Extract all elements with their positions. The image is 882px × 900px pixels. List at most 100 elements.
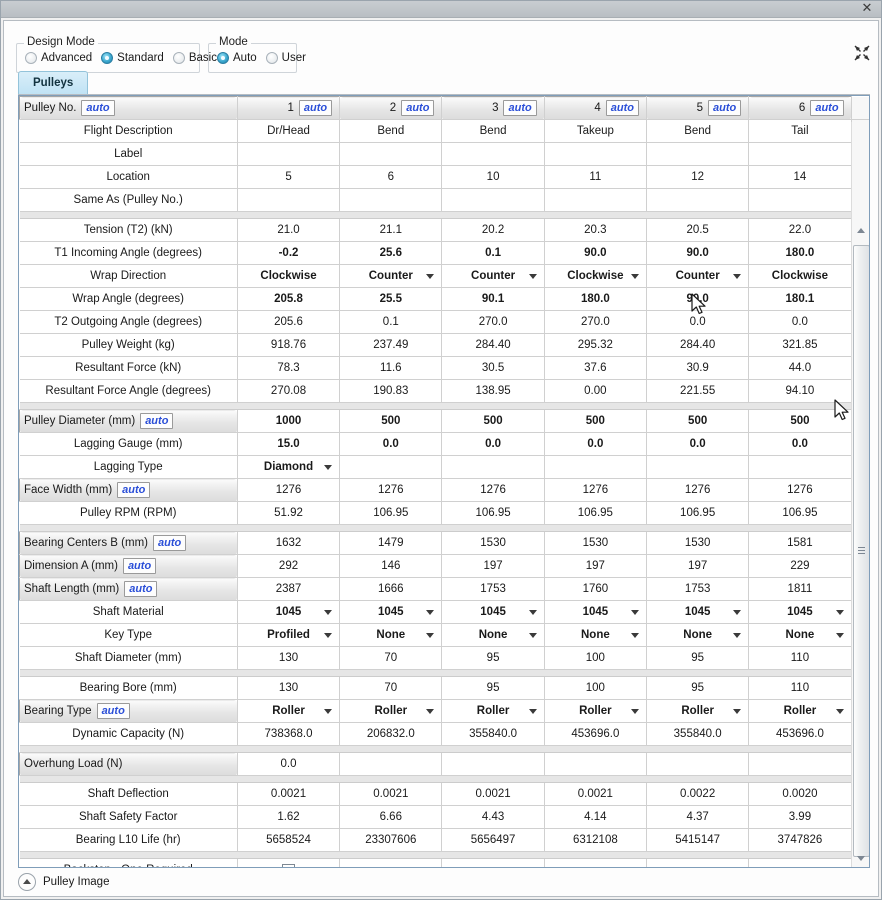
auto-badge[interactable]: auto bbox=[124, 581, 158, 597]
cell-combobox[interactable]: 1045 bbox=[646, 600, 750, 624]
cell-value[interactable]: 95 bbox=[441, 646, 545, 670]
cell-value[interactable]: 355840.0 bbox=[646, 722, 750, 746]
auto-badge[interactable]: auto bbox=[401, 100, 435, 116]
chevron-down-icon[interactable] bbox=[733, 709, 742, 714]
chevron-down-icon[interactable] bbox=[528, 709, 537, 714]
cell-value[interactable]: 12 bbox=[646, 165, 750, 189]
cell-value[interactable]: 130 bbox=[237, 646, 341, 670]
cell-value[interactable]: Takeup bbox=[544, 119, 648, 143]
cell-value[interactable]: 1276 bbox=[441, 478, 545, 502]
cell-value[interactable] bbox=[441, 455, 545, 479]
cell-combobox[interactable]: 1045 bbox=[339, 600, 443, 624]
cell-value[interactable]: Clockwise bbox=[748, 264, 852, 288]
cell-value[interactable]: Dr/Head bbox=[237, 119, 341, 143]
cell-value[interactable]: 23307606 bbox=[339, 828, 443, 852]
cell-value[interactable]: 4.14 bbox=[544, 805, 648, 829]
chevron-up-icon[interactable] bbox=[18, 873, 36, 891]
auto-badge[interactable]: auto bbox=[503, 100, 537, 116]
cell-value[interactable]: 15.0 bbox=[237, 432, 341, 456]
auto-badge[interactable]: auto bbox=[708, 100, 742, 116]
collapse-arrows-icon[interactable] bbox=[854, 45, 870, 61]
row-label-pulley-diameter-mm[interactable]: Pulley Diameter (mm) auto bbox=[19, 409, 238, 433]
cell-combobox[interactable]: Roller bbox=[237, 699, 341, 723]
cell-value[interactable]: 1753 bbox=[646, 577, 750, 601]
chevron-down-icon[interactable] bbox=[835, 610, 844, 615]
cell-value[interactable]: 0.0021 bbox=[237, 782, 341, 806]
cell-value[interactable]: 292 bbox=[237, 554, 341, 578]
cell-value[interactable]: 295.32 bbox=[544, 333, 648, 357]
cell-value[interactable]: 2387 bbox=[237, 577, 341, 601]
cell-value[interactable]: 500 bbox=[339, 409, 443, 433]
close-icon[interactable]: ✕ bbox=[860, 1, 874, 16]
vertical-scrollbar[interactable] bbox=[851, 122, 869, 867]
chevron-down-icon[interactable] bbox=[733, 633, 742, 638]
chevron-down-icon[interactable] bbox=[426, 709, 435, 714]
cell-value[interactable]: 22.0 bbox=[748, 218, 852, 242]
cell-value[interactable]: 1530 bbox=[441, 531, 545, 555]
cell-value[interactable]: 197 bbox=[544, 554, 648, 578]
cell-value[interactable] bbox=[237, 142, 341, 166]
cell-value[interactable]: 0.0022 bbox=[646, 782, 750, 806]
cell-value[interactable] bbox=[646, 858, 750, 867]
cell-value[interactable]: 355840.0 bbox=[441, 722, 545, 746]
chevron-down-icon[interactable] bbox=[528, 610, 537, 615]
cell-value[interactable]: 270.0 bbox=[441, 310, 545, 334]
cell-value[interactable]: 284.40 bbox=[646, 333, 750, 357]
cell-value[interactable] bbox=[339, 142, 443, 166]
cell-value[interactable] bbox=[544, 455, 648, 479]
cell-value[interactable]: Bend bbox=[441, 119, 545, 143]
cell-value[interactable]: 21.0 bbox=[237, 218, 341, 242]
cell-value[interactable]: 5415147 bbox=[646, 828, 750, 852]
chevron-down-icon[interactable] bbox=[835, 709, 844, 714]
cell-value[interactable]: 10 bbox=[441, 165, 545, 189]
chevron-down-icon[interactable] bbox=[631, 610, 639, 615]
cell-value[interactable] bbox=[339, 455, 443, 479]
cell-value[interactable]: 106.95 bbox=[441, 501, 545, 525]
cell-value[interactable]: 1276 bbox=[339, 478, 443, 502]
cell-value[interactable]: 1276 bbox=[748, 478, 852, 502]
cell-combobox[interactable]: Roller bbox=[646, 699, 750, 723]
cell-value[interactable]: 229 bbox=[748, 554, 852, 578]
chevron-down-icon[interactable] bbox=[528, 274, 537, 279]
cell-value[interactable]: 95 bbox=[646, 676, 750, 700]
cell-combobox[interactable]: Profiled bbox=[237, 623, 341, 647]
cell-value[interactable]: 190.83 bbox=[339, 379, 443, 403]
checkbox-icon[interactable] bbox=[282, 863, 296, 867]
cell-value[interactable]: 14 bbox=[748, 165, 852, 189]
cell-value[interactable]: -0.2 bbox=[237, 241, 341, 265]
cell-value[interactable] bbox=[339, 858, 443, 867]
cell-combobox[interactable]: Roller bbox=[441, 699, 545, 723]
cell-value[interactable]: 106.95 bbox=[748, 501, 852, 525]
auto-badge[interactable]: auto bbox=[298, 100, 333, 116]
cell-value[interactable]: 453696.0 bbox=[748, 722, 852, 746]
cell-value[interactable] bbox=[748, 188, 852, 212]
radio-design-mode-standard[interactable]: Standard bbox=[101, 52, 164, 64]
row-label-face-width-mm[interactable]: Face Width (mm) auto bbox=[19, 478, 238, 502]
cell-combobox[interactable]: Roller bbox=[339, 699, 443, 723]
cell-value[interactable]: Bend bbox=[646, 119, 750, 143]
cell-value[interactable]: 4.43 bbox=[441, 805, 545, 829]
cell-combobox[interactable]: 1045 bbox=[748, 600, 852, 624]
cell-value[interactable]: 94.10 bbox=[748, 379, 852, 403]
cell-value[interactable]: 321.85 bbox=[748, 333, 852, 357]
cell-value[interactable]: 11.6 bbox=[339, 356, 443, 380]
cell-value[interactable]: 1753 bbox=[441, 577, 545, 601]
cell-value[interactable] bbox=[646, 752, 750, 776]
cell-value[interactable] bbox=[544, 858, 648, 867]
cell-combobox[interactable]: None bbox=[544, 623, 648, 647]
cell-value[interactable]: 284.40 bbox=[441, 333, 545, 357]
chevron-down-icon[interactable] bbox=[324, 465, 333, 470]
cell-value[interactable]: 95 bbox=[646, 646, 750, 670]
chevron-down-icon[interactable] bbox=[631, 633, 639, 638]
cell-value[interactable]: 270.08 bbox=[237, 379, 341, 403]
chevron-down-icon[interactable] bbox=[324, 610, 333, 615]
cell-value[interactable] bbox=[748, 752, 852, 776]
cell-value[interactable]: 90.0 bbox=[646, 287, 750, 311]
cell-value[interactable]: Bend bbox=[339, 119, 443, 143]
cell-value[interactable]: 237.49 bbox=[339, 333, 443, 357]
cell-value[interactable]: 20.2 bbox=[441, 218, 545, 242]
chevron-down-icon[interactable] bbox=[426, 610, 435, 615]
cell-value[interactable]: 44.0 bbox=[748, 356, 852, 380]
cell-value[interactable]: 5656497 bbox=[441, 828, 545, 852]
cell-combobox[interactable]: 1045 bbox=[441, 600, 545, 624]
